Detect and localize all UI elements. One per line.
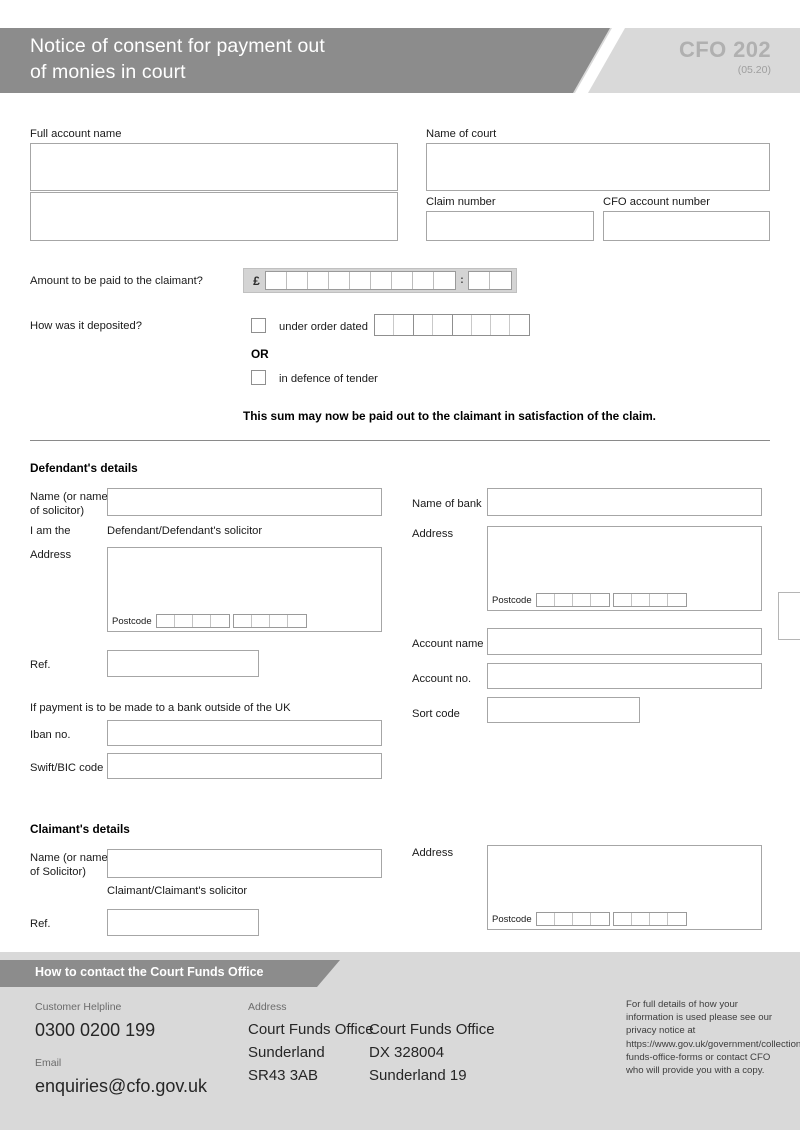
claimant-name-label-line2: of Solicitor) [30, 866, 86, 878]
helpline-number: 0300 0200 199 [35, 1020, 156, 1040]
footer-address-col1-line2: Sunderland [248, 1044, 325, 1061]
order-date-month[interactable] [414, 315, 453, 335]
form-code-block: CFO 202 (05.20) [679, 38, 771, 77]
footer-address-col2-line2: DX 328004 [369, 1044, 445, 1061]
order-date-input[interactable] [374, 314, 530, 336]
swift-bic-input[interactable] [107, 753, 382, 779]
swift-bic-label: Swift/BIC code [30, 762, 104, 774]
form-footer: How to contact the Court Funds Office Cu… [0, 952, 800, 1130]
footer-address-col2-line1: Court Funds Office [369, 1021, 495, 1038]
footer-address-col2-line3: Sunderland 19 [369, 1067, 467, 1084]
amount-decimal-separator: : [460, 274, 464, 286]
under-order-dated-label: under order dated [279, 321, 368, 333]
footer-address-col2: Court Funds Office DX 328004 Sunderland … [369, 1018, 495, 1087]
claimant-postcode-comb[interactable] [535, 912, 687, 926]
defendant-name-input[interactable] [107, 488, 382, 516]
claimant-role-value: Claimant/Claimant's solicitor [107, 885, 248, 897]
iban-label: Iban no. [30, 729, 71, 741]
bank-postcode-label: Postcode [492, 594, 532, 606]
claim-number-label: Claim number [426, 196, 496, 208]
checkbox-under-order-dated[interactable] [251, 318, 266, 333]
defendant-role-value: Defendant/Defendant's solicitor [107, 525, 263, 537]
iban-input[interactable] [107, 720, 382, 746]
page-title: Notice of consent for payment out of mon… [30, 33, 550, 85]
bank-address-input[interactable]: Postcode [487, 526, 762, 611]
bank-name-input[interactable] [487, 488, 762, 516]
amount-pence-comb[interactable] [468, 271, 512, 290]
bank-sort-code-label: Sort code [412, 708, 460, 720]
claimant-postcode-label: Postcode [492, 913, 532, 925]
defendant-i-am-the-label: I am the [30, 525, 71, 537]
bank-postcode-comb[interactable] [535, 593, 687, 607]
deposit-label: How was it deposited? [30, 320, 142, 332]
claimant-address-input[interactable]: Postcode [487, 845, 762, 930]
full-account-name-label: Full account name [30, 128, 122, 140]
footer-bar-title: How to contact the Court Funds Office [35, 965, 264, 979]
amount-pounds-comb[interactable] [265, 271, 456, 290]
footer-address-col1-line1: Court Funds Office [248, 1021, 374, 1038]
bank-account-name-input[interactable] [487, 628, 762, 655]
cfo-account-number-input[interactable] [603, 211, 770, 241]
checkbox-in-defence-of-tender[interactable] [251, 370, 266, 385]
off-page-edge-box [778, 592, 800, 640]
bank-name-label: Name of bank [412, 498, 482, 510]
defendant-ref-label: Ref. [30, 659, 51, 671]
defendant-name-label-line1: Name (or name [30, 491, 108, 503]
overseas-bank-note: If payment is to be made to a bank outsi… [30, 702, 291, 714]
defendant-postcode-comb[interactable] [155, 614, 307, 628]
currency-symbol: £ [253, 273, 260, 288]
claimant-postcode-group[interactable]: Postcode [492, 912, 687, 926]
footer-address-col1: Court Funds Office Sunderland SR43 3AB [248, 1018, 374, 1087]
helpline-label: Customer Helpline [35, 1001, 122, 1013]
bank-account-no-label: Account no. [412, 673, 472, 685]
amount-label: Amount to be paid to the claimant? [30, 275, 203, 287]
bank-sort-code-input[interactable] [487, 697, 640, 723]
defendant-address-input[interactable]: Postcode [107, 547, 382, 632]
claimant-address-label: Address [412, 847, 454, 859]
form-code: CFO 202 [678, 37, 771, 62]
page-title-line1: Notice of consent for payment out [30, 35, 325, 57]
page-title-line2: of monies in court [30, 61, 186, 83]
claimant-name-input[interactable] [107, 849, 382, 878]
order-date-year[interactable] [453, 315, 529, 335]
privacy-notice-text: For full details of how your information… [626, 999, 800, 1077]
cfo-account-number-label: CFO account number [603, 196, 710, 208]
section-divider [30, 440, 770, 441]
name-of-court-label: Name of court [426, 128, 497, 140]
name-of-court-input[interactable] [426, 143, 770, 191]
amount-input-group[interactable]: £ : [243, 268, 517, 293]
footer-address-col1-line3: SR43 3AB [248, 1067, 319, 1084]
bank-address-label: Address [412, 528, 454, 540]
claimant-ref-label: Ref. [30, 918, 51, 930]
email-label: Email [35, 1057, 62, 1069]
defendant-address-label: Address [30, 549, 72, 561]
full-account-name-input-1[interactable] [30, 143, 398, 191]
defendant-ref-input[interactable] [107, 650, 259, 677]
in-defence-of-tender-label: in defence of tender [279, 373, 378, 385]
full-account-name-input-2[interactable] [30, 192, 398, 241]
form-header: Notice of consent for payment out of mon… [0, 28, 800, 93]
or-separator-label: OR [251, 347, 269, 361]
consent-statement: This sum may now be paid out to the clai… [243, 409, 656, 423]
bank-postcode-group[interactable]: Postcode [492, 593, 687, 607]
defendant-postcode-group[interactable]: Postcode [112, 614, 307, 628]
bank-account-name-label: Account name [412, 638, 484, 650]
order-date-day[interactable] [375, 315, 414, 335]
form-version: (05.20) [737, 64, 771, 76]
claim-number-input[interactable] [426, 211, 594, 241]
claimant-section-title: Claimant's details [30, 822, 130, 836]
email-address: enquiries@cfo.gov.uk [35, 1076, 208, 1096]
footer-address-label: Address [248, 1001, 287, 1013]
defendant-section-title: Defendant's details [30, 461, 138, 475]
bank-account-no-input[interactable] [487, 663, 762, 689]
claimant-ref-input[interactable] [107, 909, 259, 936]
defendant-name-label-line2: of solicitor) [30, 505, 85, 517]
claimant-name-label-line1: Name (or name [30, 852, 108, 864]
defendant-postcode-label: Postcode [112, 615, 152, 627]
